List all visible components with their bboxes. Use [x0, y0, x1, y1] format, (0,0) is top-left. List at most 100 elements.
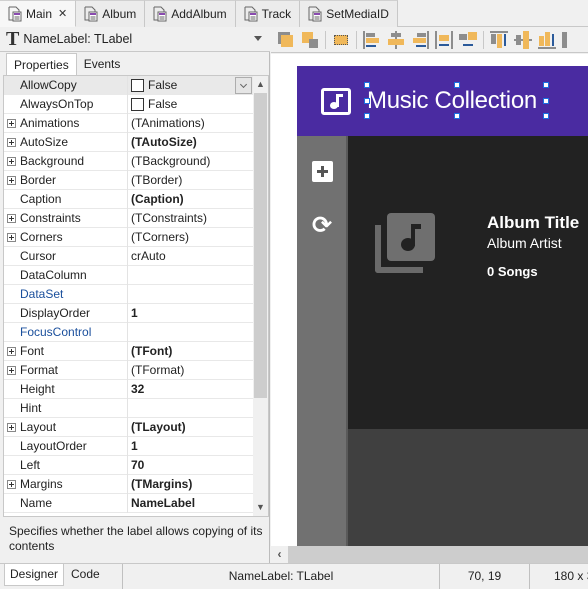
- scroll-left-icon[interactable]: ‹: [271, 546, 288, 563]
- property-value[interactable]: 1: [128, 304, 254, 323]
- property-row[interactable]: AllowCopy False: [4, 76, 254, 95]
- resize-handle-sw[interactable]: [364, 113, 370, 119]
- property-grid-scrollbar[interactable]: ▲ ▼: [253, 76, 268, 516]
- resize-handle-n[interactable]: [454, 82, 460, 88]
- checkbox[interactable]: [131, 98, 144, 111]
- tab-designer[interactable]: Designer: [4, 564, 65, 586]
- space-equally-vertical-icon[interactable]: [562, 31, 580, 49]
- tab-addalbum[interactable]: AddAlbum: [145, 0, 236, 27]
- tab-properties[interactable]: Properties: [6, 53, 77, 75]
- property-value[interactable]: (Caption): [128, 190, 254, 209]
- close-icon[interactable]: ✕: [58, 7, 67, 20]
- property-value[interactable]: 1: [128, 437, 254, 456]
- send-to-back-icon[interactable]: [301, 31, 319, 49]
- design-surface[interactable]: Music Collection ⟳ Album Title Album Art…: [271, 54, 588, 546]
- resize-handle-ne[interactable]: [543, 82, 549, 88]
- component-selector[interactable]: T NameLabel: TLabel: [0, 27, 270, 52]
- property-row[interactable]: Left 70: [4, 456, 254, 475]
- scroll-down-icon[interactable]: ▼: [253, 499, 268, 516]
- property-value[interactable]: (TCorners): [128, 228, 254, 247]
- property-row[interactable]: DataColumn: [4, 266, 254, 285]
- property-row[interactable]: Cursor crAuto: [4, 247, 254, 266]
- center-horizontally-icon[interactable]: [459, 31, 477, 49]
- property-row[interactable]: Layout (TLayout): [4, 418, 254, 437]
- expand-plus-icon[interactable]: [7, 233, 16, 242]
- property-value[interactable]: (TAutoSize): [128, 133, 254, 152]
- resize-handle-nw[interactable]: [364, 82, 370, 88]
- align-left-icon[interactable]: [363, 30, 381, 49]
- expand-plus-icon[interactable]: [7, 119, 16, 128]
- property-value[interactable]: (TFormat): [128, 361, 254, 380]
- property-value[interactable]: crAuto: [128, 247, 254, 266]
- name-label[interactable]: Music Collection: [367, 87, 537, 115]
- tab-main[interactable]: Main ✕: [0, 0, 77, 27]
- property-row[interactable]: Hint: [4, 399, 254, 418]
- expand-plus-icon[interactable]: [7, 138, 16, 147]
- property-value[interactable]: (TBackground): [128, 152, 254, 171]
- select-all-icon[interactable]: [332, 31, 350, 49]
- tab-album[interactable]: Album: [76, 0, 146, 27]
- resize-handle-e[interactable]: [543, 98, 549, 104]
- expand-plus-icon[interactable]: [7, 366, 16, 375]
- property-row[interactable]: Margins (TMargins): [4, 475, 254, 494]
- scrollbar-thumb[interactable]: [254, 93, 267, 398]
- property-value[interactable]: (TConstraints): [128, 209, 254, 228]
- property-value[interactable]: False: [128, 95, 254, 114]
- property-row[interactable]: Corners (TCorners): [4, 228, 254, 247]
- property-row[interactable]: Font (TFont): [4, 342, 254, 361]
- property-row[interactable]: DataSet: [4, 285, 254, 304]
- expand-plus-icon[interactable]: [7, 157, 16, 166]
- tab-code[interactable]: Code: [66, 564, 105, 586]
- chevron-down-icon[interactable]: [254, 36, 262, 41]
- align-bottom-icon[interactable]: [538, 31, 556, 49]
- property-value[interactable]: False: [128, 76, 254, 95]
- align-right-icon[interactable]: [411, 30, 429, 49]
- property-row[interactable]: DisplayOrder 1: [4, 304, 254, 323]
- property-value[interactable]: (TBorder): [128, 171, 254, 190]
- property-row[interactable]: Caption (Caption): [4, 190, 254, 209]
- property-row[interactable]: Format (TFormat): [4, 361, 254, 380]
- expand-plus-icon[interactable]: [7, 176, 16, 185]
- value-dropdown-button[interactable]: [235, 77, 252, 94]
- property-row[interactable]: LayoutOrder 1: [4, 437, 254, 456]
- checkbox[interactable]: [131, 79, 144, 92]
- property-row[interactable]: Name NameLabel: [4, 494, 254, 513]
- property-value[interactable]: 32: [128, 380, 254, 399]
- property-value[interactable]: (TAnimations): [128, 114, 254, 133]
- resize-handle-s[interactable]: [454, 113, 460, 119]
- add-album-button[interactable]: [312, 161, 333, 182]
- property-value[interactable]: (TLayout): [128, 418, 254, 437]
- expand-plus-icon[interactable]: [7, 214, 16, 223]
- property-value[interactable]: [128, 323, 254, 342]
- resize-handle-se[interactable]: [543, 113, 549, 119]
- space-equally-horizontal-icon[interactable]: [435, 30, 453, 49]
- property-value[interactable]: [128, 285, 254, 304]
- align-vertical-center-icon[interactable]: [514, 30, 532, 49]
- property-row[interactable]: AutoSize (TAutoSize): [4, 133, 254, 152]
- designer-horizontal-scrollbar[interactable]: ‹: [271, 546, 588, 563]
- align-top-icon[interactable]: [490, 30, 508, 49]
- property-row[interactable]: Animations (TAnimations): [4, 114, 254, 133]
- property-value[interactable]: (TFont): [128, 342, 254, 361]
- align-horizontal-center-icon[interactable]: [387, 30, 405, 49]
- expand-plus-icon[interactable]: [7, 347, 16, 356]
- property-row[interactable]: Height 32: [4, 380, 254, 399]
- expand-plus-icon[interactable]: [7, 480, 16, 489]
- bring-to-front-icon[interactable]: [277, 31, 295, 49]
- tab-setmediaid[interactable]: SetMediaID: [300, 0, 398, 27]
- scroll-up-icon[interactable]: ▲: [253, 76, 268, 93]
- property-row[interactable]: AlwaysOnTop False: [4, 95, 254, 114]
- resize-handle-w[interactable]: [364, 98, 370, 104]
- property-value[interactable]: [128, 266, 254, 285]
- property-row[interactable]: Border (TBorder): [4, 171, 254, 190]
- tab-events[interactable]: Events: [77, 53, 128, 75]
- refresh-icon[interactable]: ⟳: [309, 213, 335, 239]
- property-row[interactable]: FocusControl: [4, 323, 254, 342]
- property-value[interactable]: [128, 399, 254, 418]
- tab-track[interactable]: Track: [235, 0, 301, 27]
- property-row[interactable]: Background (TBackground): [4, 152, 254, 171]
- property-row[interactable]: Constraints (TConstraints): [4, 209, 254, 228]
- property-value[interactable]: (TMargins): [128, 475, 254, 494]
- property-value[interactable]: NameLabel: [128, 494, 254, 513]
- property-value[interactable]: 70: [128, 456, 254, 475]
